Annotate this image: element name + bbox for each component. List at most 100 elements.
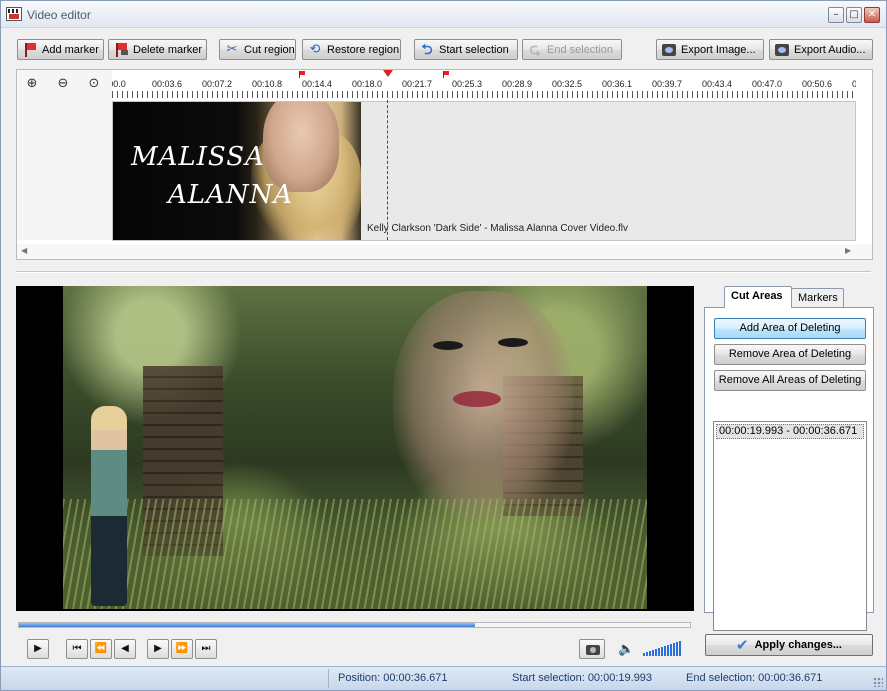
title-bar: Video editor – □ ✕ [1, 1, 886, 28]
start-selection-label: Start selection [439, 43, 509, 56]
logo-line-1: MALISSA [131, 142, 265, 172]
splitter[interactable] [16, 271, 871, 273]
timeline-panel: ⊕ ⊖ ⊙ 00.0 00:03.6 00:07.2 00:10.8 00:14.4 00… [16, 69, 873, 260]
export-image-label: Export Image... [681, 43, 756, 56]
delete-flag-icon [113, 42, 129, 58]
ruler-label: 00:47.0 [751, 79, 783, 89]
ruler-label: 00:50.6 [801, 79, 833, 89]
status-position: Position: 00:00:36.671 [338, 672, 448, 684]
export-audio-button[interactable]: Export Audio... [769, 39, 873, 60]
ruler-label: 00:32.5 [551, 79, 583, 89]
delete-marker-label: Delete marker [133, 43, 203, 56]
fast-forward-icon[interactable]: ⏩ [171, 639, 193, 659]
ruler-label: 00:14.4 [301, 79, 333, 89]
playback-progress-bar[interactable] [18, 622, 691, 628]
ruler-label: 00:10.8 [251, 79, 283, 89]
cut-region-button[interactable]: ✂ Cut region [219, 39, 296, 60]
tab-markers[interactable]: Markers [791, 288, 844, 308]
add-marker-button[interactable]: Add marker [17, 39, 104, 60]
go-to-end-icon[interactable]: ⏭ [195, 639, 217, 659]
ruler-label: 00:54.2 [851, 79, 856, 89]
delete-marker-button[interactable]: Delete marker [108, 39, 207, 60]
ruler-ticks [112, 91, 856, 98]
ruler-label: 00:03.6 [151, 79, 183, 89]
volume-bar [673, 643, 675, 656]
add-area-button[interactable]: Add Area of Deleting [714, 318, 866, 339]
restore-region-button[interactable]: ⟲ Restore region [302, 39, 401, 60]
export-audio-label: Export Audio... [794, 43, 866, 56]
rewind-icon[interactable]: ⏪ [90, 639, 112, 659]
track-filename: Kelly Clarkson 'Dark Side' - Malissa Ala… [367, 223, 628, 234]
volume-bar [649, 651, 651, 656]
video-thumbnail: MALISSA ALANNA [113, 102, 361, 240]
volume-slider[interactable] [643, 641, 683, 656]
scissors-icon: ✂ [226, 41, 238, 57]
remove-area-button[interactable]: Remove Area of Deleting [714, 344, 866, 365]
step-forward-icon[interactable]: ▶ [147, 639, 169, 659]
zoom-out-icon[interactable]: ⊖ [53, 74, 73, 94]
thumbnail-face [263, 102, 339, 192]
video-editor-window: Video editor – □ ✕ Add marker Delete mar… [0, 0, 887, 691]
speaker-icon[interactable]: 🔈 [618, 642, 634, 657]
ruler-label: 00.0 [112, 79, 126, 89]
marker-flag-icon[interactable] [299, 71, 305, 78]
status-end-selection: End selection: 00:00:36.671 [686, 672, 823, 684]
list-item[interactable]: 00:00:19.993 - 00:00:36.671 [716, 424, 864, 439]
status-start-selection: Start selection: 00:00:19.993 [512, 672, 653, 684]
ruler-label: 00:28.9 [501, 79, 533, 89]
restore-region-label: Restore region [327, 43, 400, 56]
frame-grass [63, 499, 647, 609]
add-marker-label: Add marker [42, 43, 99, 56]
go-to-start-icon[interactable]: ⏮ [66, 639, 88, 659]
ruler-label: 00:25.3 [451, 79, 483, 89]
ruler-label: 00:21.7 [401, 79, 433, 89]
marker-flag-icon[interactable] [443, 71, 449, 78]
zoom-fit-icon[interactable]: ⊙ [84, 74, 104, 94]
scroll-left-icon[interactable]: ◀ [21, 246, 27, 255]
close-icon[interactable]: ✕ [864, 7, 880, 23]
zoom-in-icon[interactable]: ⊕ [22, 74, 42, 94]
maximize-icon[interactable]: □ [846, 7, 862, 23]
playback-progress-fill [19, 623, 476, 627]
export-audio-icon [774, 42, 790, 58]
snapshot-camera-icon[interactable] [579, 639, 605, 659]
volume-bar [652, 650, 654, 656]
zoom-controls: ⊕ ⊖ ⊙ [17, 70, 112, 240]
ruler-label: 00:43.4 [701, 79, 733, 89]
video-frame [63, 286, 647, 609]
volume-bar [655, 649, 657, 656]
end-selection-button[interactable]: ⮎ End selection [522, 39, 622, 60]
playhead-line [387, 100, 388, 240]
restore-icon: ⟲ [309, 41, 321, 57]
video-track[interactable]: MALISSA ALANNA Kelly Clarkson 'Dark Side… [112, 101, 856, 241]
volume-bar [670, 644, 672, 656]
cut-areas-list[interactable]: 00:00:19.993 - 00:00:36.671 [713, 421, 867, 631]
cut-areas-panel: Add Area of Deleting Remove Area of Dele… [704, 307, 874, 631]
remove-all-areas-button[interactable]: Remove All Areas of Deleting [714, 370, 866, 391]
logo-line-2: ALANNA [168, 180, 294, 210]
tab-cut-areas[interactable]: Cut Areas [724, 286, 792, 308]
volume-bar [676, 642, 678, 656]
play-icon[interactable]: ▶ [27, 639, 49, 659]
frame-lips [453, 391, 501, 407]
timeline-horizontal-scrollbar[interactable]: ◀ ▶ [17, 244, 872, 259]
frame-figure [91, 406, 127, 606]
apply-changes-label: Apply changes... [754, 639, 842, 651]
step-back-icon[interactable]: ◀ [114, 639, 136, 659]
minimize-icon[interactable]: – [828, 7, 844, 23]
volume-bar [679, 641, 681, 656]
frame-eye [498, 338, 528, 347]
ruler-label: 00:07.2 [201, 79, 233, 89]
resize-grip[interactable] [873, 677, 883, 687]
film-icon [6, 7, 22, 21]
start-selection-button[interactable]: ⮌ Start selection [414, 39, 518, 60]
playhead-icon[interactable] [383, 70, 393, 77]
volume-bar [661, 647, 663, 656]
export-image-button[interactable]: Export Image... [656, 39, 764, 60]
apply-changes-button[interactable]: ✔ Apply changes... [705, 634, 873, 656]
end-selection-label: End selection [547, 43, 614, 56]
scroll-right-icon[interactable]: ▶ [845, 246, 851, 255]
timeline-ruler[interactable]: 00.0 00:03.6 00:07.2 00:10.8 00:14.4 00:18.0 0… [112, 70, 856, 100]
end-selection-arrow-icon: ⮎ [529, 41, 541, 58]
volume-bar [646, 652, 648, 656]
